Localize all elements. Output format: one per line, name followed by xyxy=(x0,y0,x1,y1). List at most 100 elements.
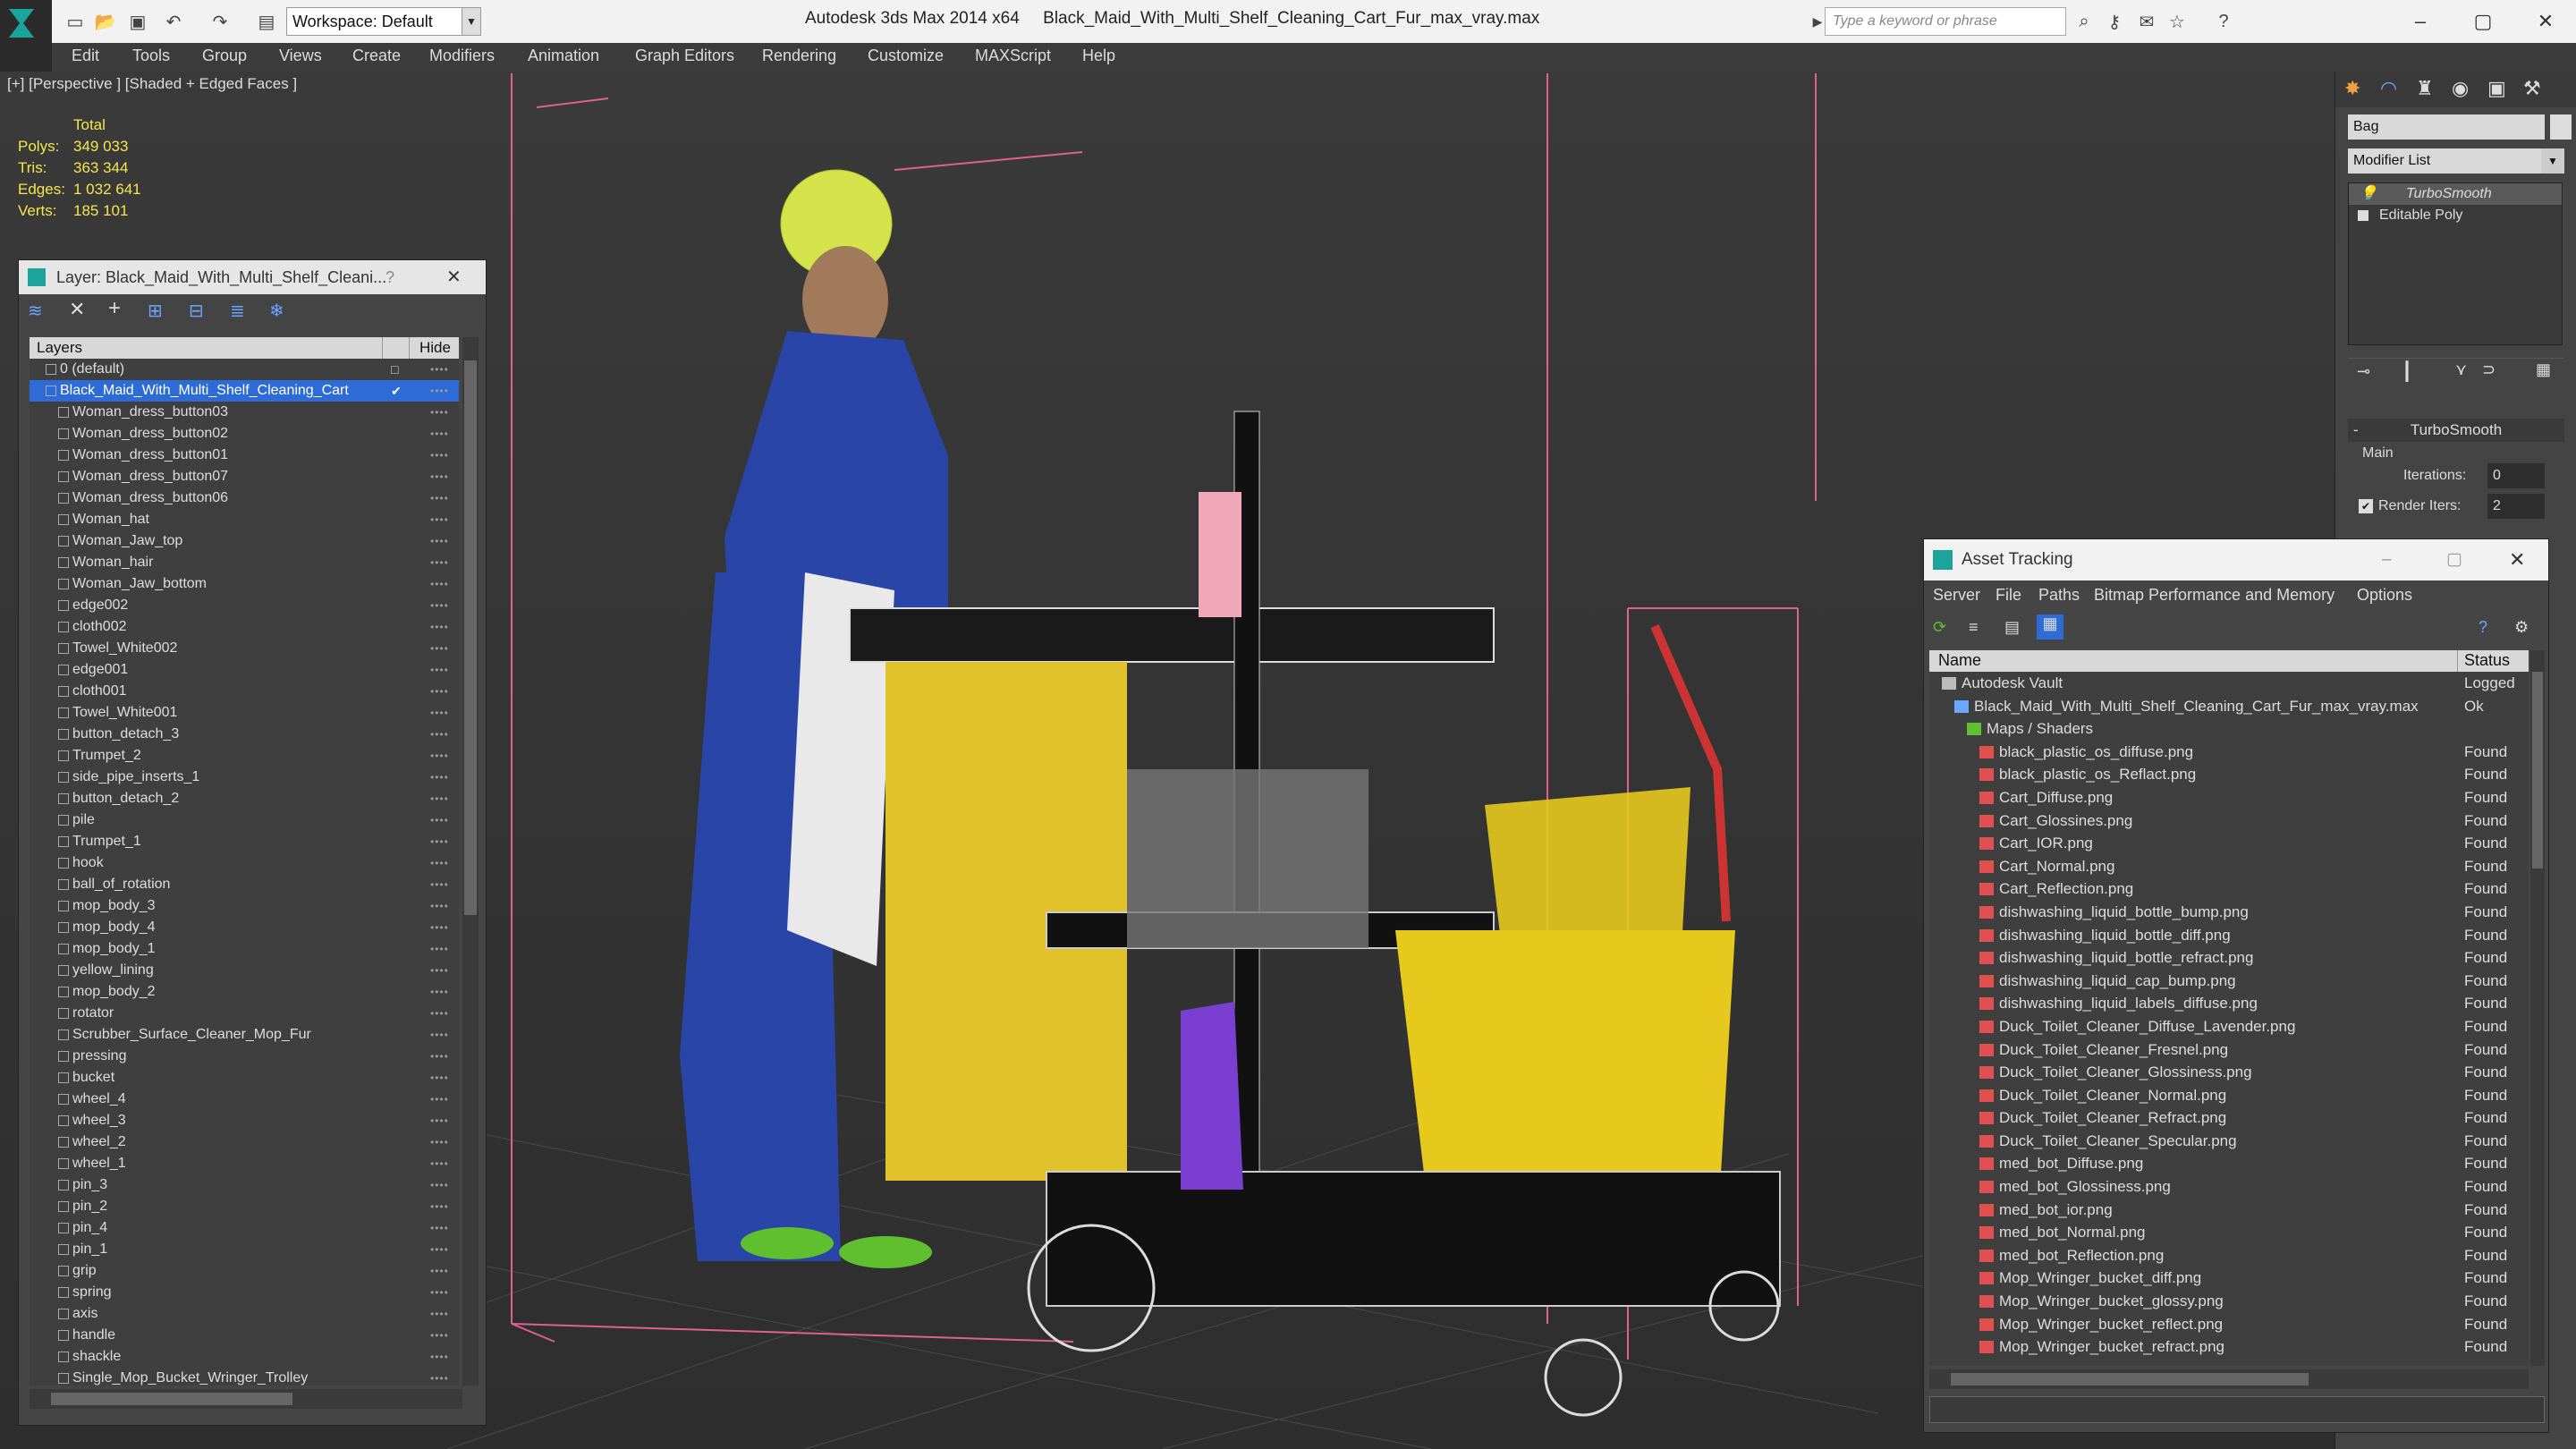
hide-toggle[interactable]: •••• xyxy=(430,981,449,1003)
layer-row[interactable]: Single_Mop_Bucket_Wringer_Trolley •••• xyxy=(30,1368,459,1385)
object-color-swatch[interactable] xyxy=(2550,114,2572,140)
hide-toggle[interactable]: •••• xyxy=(430,466,449,487)
hide-toggle[interactable]: •••• xyxy=(430,831,449,852)
layer-row[interactable]: Woman_dress_button07 •••• xyxy=(30,466,459,487)
asset-row[interactable]: Cart_Diffuse.png Found xyxy=(1929,786,2529,809)
hide-toggle[interactable]: •••• xyxy=(430,659,449,681)
asset-row[interactable]: Autodesk Vault Logged xyxy=(1929,672,2529,695)
hide-toggle[interactable]: •••• xyxy=(430,509,449,530)
lightbulb-icon[interactable]: 💡 xyxy=(2360,183,2377,205)
menu-paths[interactable]: Paths xyxy=(2038,586,2080,605)
minimize-button[interactable]: – xyxy=(2394,4,2447,39)
asset-horizontal-scrollbar[interactable] xyxy=(1929,1369,2529,1389)
asset-row[interactable]: Duck_Toilet_Cleaner_Normal.png Found xyxy=(1929,1084,2529,1107)
layer-row[interactable]: mop_body_3 •••• xyxy=(30,895,459,917)
hide-toggle[interactable]: •••• xyxy=(430,1217,449,1239)
hide-toggle[interactable]: •••• xyxy=(430,852,449,874)
layer-row[interactable]: Towel_White002 •••• xyxy=(30,638,459,659)
hide-toggle[interactable]: •••• xyxy=(430,1303,449,1325)
hide-toggle[interactable]: •••• xyxy=(430,1089,449,1110)
asset-row[interactable]: Duck_Toilet_Cleaner_Specular.png Found xyxy=(1929,1130,2529,1153)
asset-row[interactable]: Mop_Wringer_bucket_glossy.png Found xyxy=(1929,1290,2529,1313)
asset-row[interactable]: Cart_Reflection.png Found xyxy=(1929,877,2529,901)
col-status[interactable]: Status xyxy=(2464,651,2510,670)
layer-row[interactable]: handle •••• xyxy=(30,1325,459,1346)
asset-row[interactable]: Mop_Wringer_bucket_diff.png Found xyxy=(1929,1267,2529,1290)
menu-edit[interactable]: Edit xyxy=(72,47,99,65)
menu-bitmap-performance[interactable]: Bitmap Performance and Memory xyxy=(2094,586,2334,605)
layer-row[interactable]: grip •••• xyxy=(30,1260,459,1282)
asset-tracking-title-bar[interactable]: Asset Tracking – ▢ ✕ xyxy=(1924,539,2548,580)
hide-toggle[interactable]: •••• xyxy=(430,1110,449,1131)
display-tab-icon[interactable]: ▣ xyxy=(2487,77,2506,100)
layer-row[interactable]: yellow_lining •••• xyxy=(30,960,459,981)
menu-maxscript[interactable]: MAXScript xyxy=(975,47,1051,65)
asset-row[interactable]: Duck_Toilet_Cleaner_Fresnel.png Found xyxy=(1929,1038,2529,1062)
help-icon[interactable]: ? xyxy=(2479,618,2487,637)
asset-row[interactable]: Duck_Toilet_Cleaner_Refract.png Found xyxy=(1929,1106,2529,1130)
hide-toggle[interactable]: •••• xyxy=(430,1325,449,1346)
layer-row[interactable]: Scrubber_Surface_Cleaner_Mop_Fur •••• xyxy=(30,1024,459,1046)
asset-row[interactable]: Cart_Glossines.png Found xyxy=(1929,809,2529,833)
layer-row[interactable]: Woman_dress_button01 •••• xyxy=(30,445,459,466)
menu-create[interactable]: Create xyxy=(352,47,401,65)
layer-row[interactable]: edge002 •••• xyxy=(30,595,459,616)
layer-row[interactable]: Woman_dress_button02 •••• xyxy=(30,423,459,445)
col-name[interactable]: Name xyxy=(1938,651,1981,670)
workspace-select[interactable]: Workspace: Default xyxy=(286,7,481,36)
freeze-all-icon[interactable]: ❄ xyxy=(269,300,284,322)
layer-row[interactable]: rotator •••• xyxy=(30,1003,459,1024)
layer-vertical-scrollbar[interactable] xyxy=(462,337,479,1385)
menu-animation[interactable]: Animation xyxy=(528,47,599,65)
remove-modifier-icon[interactable]: ⊃ xyxy=(2482,360,2496,379)
hide-toggle[interactable]: •••• xyxy=(430,938,449,960)
table-view-icon[interactable]: ▦ xyxy=(2037,614,2063,640)
asset-row[interactable]: black_plastic_os_Reflact.png Found xyxy=(1929,763,2529,786)
layer-row[interactable]: pin_3 •••• xyxy=(30,1174,459,1196)
binoculars-icon[interactable]: ⌕ xyxy=(2072,9,2097,34)
layer-row[interactable]: mop_body_2 •••• xyxy=(30,981,459,1003)
asset-row[interactable]: med_bot_ior.png Found xyxy=(1929,1199,2529,1222)
open-file-icon[interactable]: 📂 xyxy=(93,9,118,34)
modifier-stack-item-turbosmooth[interactable]: 💡 TurboSmooth xyxy=(2349,183,2562,205)
layer-row[interactable]: 0 (default) □ •••• xyxy=(30,359,459,380)
asset-row[interactable]: med_bot_Reflection.png Found xyxy=(1929,1244,2529,1267)
layer-row[interactable]: cloth002 •••• xyxy=(30,616,459,638)
motion-tab-icon[interactable]: ◉ xyxy=(2452,77,2469,100)
menu-views[interactable]: Views xyxy=(279,47,322,65)
communication-center-icon[interactable]: ✉ xyxy=(2134,9,2159,34)
viewport-label[interactable]: [+] [Perspective ] [Shaded + Edged Faces… xyxy=(7,75,297,93)
maximize-button[interactable]: ▢ xyxy=(2456,4,2510,39)
hide-toggle[interactable]: •••• xyxy=(430,380,449,402)
app-logo-icon[interactable] xyxy=(0,0,52,72)
layer-row[interactable]: pin_1 •••• xyxy=(30,1239,459,1260)
layer-row[interactable]: spring •••• xyxy=(30,1282,459,1303)
layer-row[interactable]: Trumpet_1 •••• xyxy=(30,831,459,852)
expand-icon[interactable] xyxy=(2358,210,2368,221)
hide-toggle[interactable]: •••• xyxy=(430,1368,449,1385)
menu-server[interactable]: Server xyxy=(1933,586,1980,605)
layer-row[interactable]: Black_Maid_With_Multi_Shelf_Cleaning_Car… xyxy=(30,380,459,402)
hide-toggle[interactable]: •••• xyxy=(430,573,449,595)
hide-toggle[interactable]: •••• xyxy=(430,595,449,616)
search-input[interactable]: Type a keyword or phrase xyxy=(1825,7,2066,36)
asset-row[interactable]: black_plastic_os_diffuse.png Found xyxy=(1929,741,2529,764)
close-button[interactable]: ✕ xyxy=(2519,4,2572,39)
hide-toggle[interactable]: •••• xyxy=(430,1346,449,1368)
asset-row[interactable]: Mop_Wringer_bucket_reflect.png Found xyxy=(1929,1313,2529,1336)
hide-toggle[interactable]: •••• xyxy=(430,638,449,659)
settings-icon[interactable]: ⚙ xyxy=(2514,618,2529,637)
minimize-button[interactable]: – xyxy=(2382,539,2392,580)
layer-row[interactable]: Woman_Jaw_top •••• xyxy=(30,530,459,552)
layer-row[interactable]: pressing •••• xyxy=(30,1046,459,1067)
hide-all-icon[interactable]: ≣ xyxy=(230,300,245,322)
layer-row[interactable]: Woman_hair •••• xyxy=(30,552,459,573)
pin-stack-icon[interactable]: ⊸ xyxy=(2357,362,2370,381)
undo-icon[interactable]: ↶ xyxy=(161,9,186,34)
asset-vertical-scrollbar[interactable] xyxy=(2530,650,2545,1366)
redo-icon[interactable]: ↷ xyxy=(208,9,233,34)
add-to-layer-icon[interactable]: + xyxy=(108,296,121,321)
iterations-spinner[interactable]: 0 xyxy=(2487,463,2545,488)
menu-options[interactable]: Options xyxy=(2357,586,2412,605)
hide-toggle[interactable]: •••• xyxy=(430,1131,449,1153)
